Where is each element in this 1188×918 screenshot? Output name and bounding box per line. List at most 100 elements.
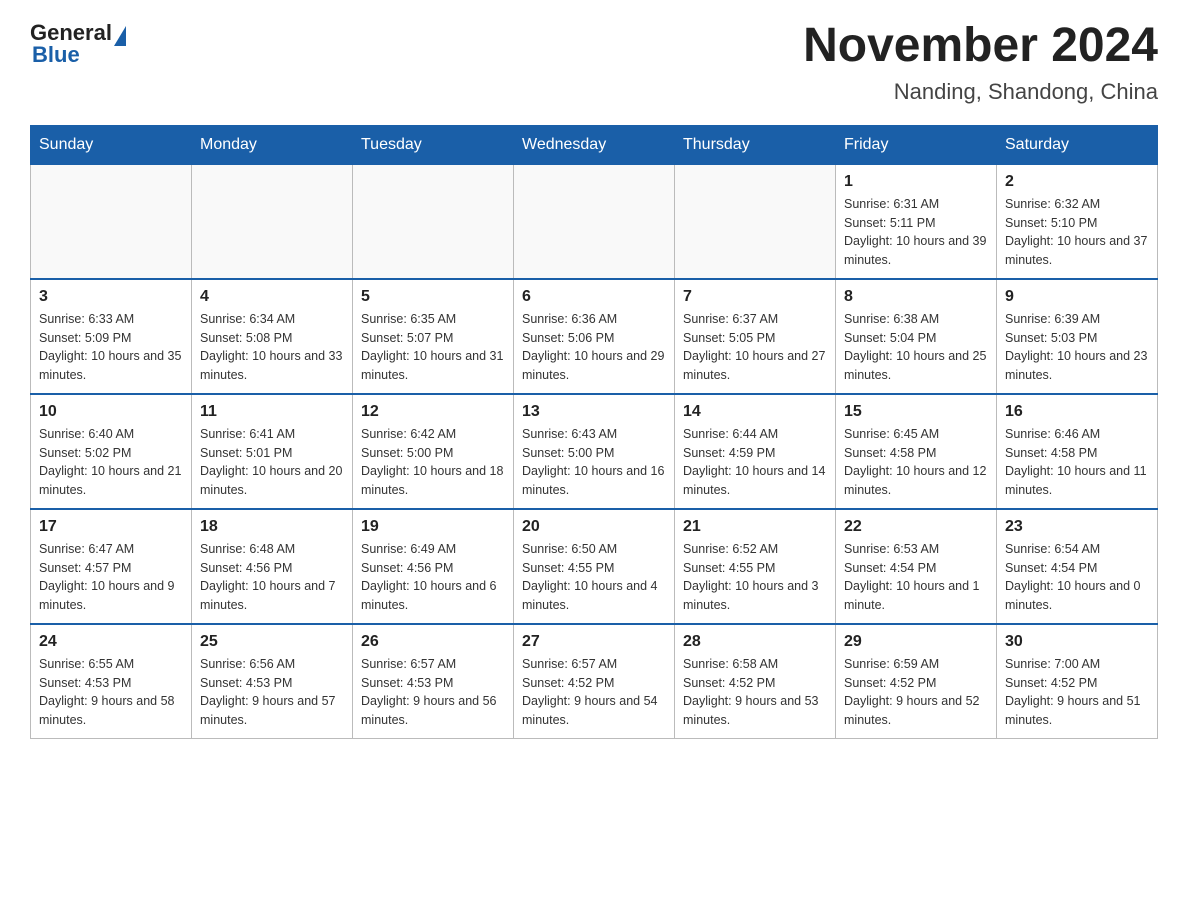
table-row: 30 Sunrise: 7:00 AMSunset: 4:52 PMDayligh… [997, 624, 1158, 739]
day-info: Sunrise: 6:59 AMSunset: 4:52 PMDaylight:… [844, 655, 988, 730]
table-row: 24 Sunrise: 6:55 AMSunset: 4:53 PMDayligh… [31, 624, 192, 739]
page-header: General Blue November 2024 Nanding, Shan… [30, 20, 1158, 105]
table-row: 26 Sunrise: 6:57 AMSunset: 4:53 PMDayligh… [353, 624, 514, 739]
day-info: Sunrise: 6:36 AMSunset: 5:06 PMDaylight:… [522, 310, 666, 385]
table-row [353, 164, 514, 279]
day-info: Sunrise: 6:42 AMSunset: 5:00 PMDaylight:… [361, 425, 505, 500]
table-row: 21 Sunrise: 6:52 AMSunset: 4:55 PMDayligh… [675, 509, 836, 624]
day-number: 4 [200, 288, 344, 306]
day-info: Sunrise: 6:58 AMSunset: 4:52 PMDaylight:… [683, 655, 827, 730]
day-info: Sunrise: 7:00 AMSunset: 4:52 PMDaylight:… [1005, 655, 1149, 730]
day-number: 25 [200, 633, 344, 651]
day-number: 15 [844, 403, 988, 421]
day-info: Sunrise: 6:48 AMSunset: 4:56 PMDaylight:… [200, 540, 344, 615]
day-number: 11 [200, 403, 344, 421]
day-info: Sunrise: 6:33 AMSunset: 5:09 PMDaylight:… [39, 310, 183, 385]
calendar-subtitle: Nanding, Shandong, China [803, 79, 1158, 105]
table-row [514, 164, 675, 279]
col-saturday: Saturday [997, 125, 1158, 164]
day-info: Sunrise: 6:38 AMSunset: 5:04 PMDaylight:… [844, 310, 988, 385]
day-number: 19 [361, 518, 505, 536]
day-info: Sunrise: 6:34 AMSunset: 5:08 PMDaylight:… [200, 310, 344, 385]
table-row: 9Sunrise: 6:39 AMSunset: 5:03 PMDaylight… [997, 279, 1158, 394]
table-row: 17 Sunrise: 6:47 AMSunset: 4:57 PMDayligh… [31, 509, 192, 624]
day-number: 24 [39, 633, 183, 651]
title-block: November 2024 Nanding, Shandong, China [803, 20, 1158, 105]
table-row: 2 Sunrise: 6:32 AMSunset: 5:10 PMDaylight… [997, 164, 1158, 279]
table-row: 13 Sunrise: 6:43 AMSunset: 5:00 PMDayligh… [514, 394, 675, 509]
logo: General Blue [30, 20, 126, 68]
col-wednesday: Wednesday [514, 125, 675, 164]
day-number: 9 [1005, 288, 1149, 306]
day-number: 17 [39, 518, 183, 536]
day-info: Sunrise: 6:47 AMSunset: 4:57 PMDaylight:… [39, 540, 183, 615]
day-number: 20 [522, 518, 666, 536]
table-row: 1Sunrise: 6:31 AMSunset: 5:11 PMDaylight… [836, 164, 997, 279]
day-number: 22 [844, 518, 988, 536]
day-number: 13 [522, 403, 666, 421]
day-number: 5 [361, 288, 505, 306]
day-info: Sunrise: 6:44 AMSunset: 4:59 PMDaylight:… [683, 425, 827, 500]
table-row: 3 Sunrise: 6:33 AMSunset: 5:09 PMDaylight… [31, 279, 192, 394]
calendar-header-row: Sunday Monday Tuesday Wednesday Thursday… [31, 125, 1158, 164]
col-tuesday: Tuesday [353, 125, 514, 164]
day-number: 23 [1005, 518, 1149, 536]
day-number: 18 [200, 518, 344, 536]
table-row: 20 Sunrise: 6:50 AMSunset: 4:55 PMDayligh… [514, 509, 675, 624]
table-row: 27 Sunrise: 6:57 AMSunset: 4:52 PMDayligh… [514, 624, 675, 739]
table-row: 5 Sunrise: 6:35 AMSunset: 5:07 PMDaylight… [353, 279, 514, 394]
day-info: Sunrise: 6:37 AMSunset: 5:05 PMDaylight:… [683, 310, 827, 385]
day-number: 14 [683, 403, 827, 421]
col-thursday: Thursday [675, 125, 836, 164]
col-sunday: Sunday [31, 125, 192, 164]
day-info: Sunrise: 6:41 AMSunset: 5:01 PMDaylight:… [200, 425, 344, 500]
day-number: 8 [844, 288, 988, 306]
calendar-table: Sunday Monday Tuesday Wednesday Thursday… [30, 125, 1158, 739]
logo-triangle-icon [114, 26, 126, 46]
table-row: 29 Sunrise: 6:59 AMSunset: 4:52 PMDayligh… [836, 624, 997, 739]
table-row: 22 Sunrise: 6:53 AMSunset: 4:54 PMDayligh… [836, 509, 997, 624]
calendar-title: November 2024 [803, 20, 1158, 73]
logo-text-blue: Blue [32, 42, 126, 68]
table-row: 4 Sunrise: 6:34 AMSunset: 5:08 PMDaylight… [192, 279, 353, 394]
table-row: 28Sunrise: 6:58 AMSunset: 4:52 PMDayligh… [675, 624, 836, 739]
day-number: 30 [1005, 633, 1149, 651]
day-info: Sunrise: 6:52 AMSunset: 4:55 PMDaylight:… [683, 540, 827, 615]
day-info: Sunrise: 6:56 AMSunset: 4:53 PMDaylight:… [200, 655, 344, 730]
day-number: 27 [522, 633, 666, 651]
table-row: 10 Sunrise: 6:40 AMSunset: 5:02 PMDayligh… [31, 394, 192, 509]
day-number: 29 [844, 633, 988, 651]
table-row: 7 Sunrise: 6:37 AMSunset: 5:05 PMDaylight… [675, 279, 836, 394]
day-info: Sunrise: 6:35 AMSunset: 5:07 PMDaylight:… [361, 310, 505, 385]
table-row: 11 Sunrise: 6:41 AMSunset: 5:01 PMDayligh… [192, 394, 353, 509]
col-monday: Monday [192, 125, 353, 164]
day-info: Sunrise: 6:46 AMSunset: 4:58 PMDaylight:… [1005, 425, 1149, 500]
day-number: 7 [683, 288, 827, 306]
day-info: Sunrise: 6:57 AMSunset: 4:53 PMDaylight:… [361, 655, 505, 730]
day-info: Sunrise: 6:40 AMSunset: 5:02 PMDaylight:… [39, 425, 183, 500]
table-row: 23Sunrise: 6:54 AMSunset: 4:54 PMDayligh… [997, 509, 1158, 624]
day-number: 12 [361, 403, 505, 421]
day-number: 2 [1005, 173, 1149, 191]
day-info: Sunrise: 6:53 AMSunset: 4:54 PMDaylight:… [844, 540, 988, 615]
table-row: 6Sunrise: 6:36 AMSunset: 5:06 PMDaylight… [514, 279, 675, 394]
table-row: 19Sunrise: 6:49 AMSunset: 4:56 PMDayligh… [353, 509, 514, 624]
day-info: Sunrise: 6:45 AMSunset: 4:58 PMDaylight:… [844, 425, 988, 500]
day-info: Sunrise: 6:43 AMSunset: 5:00 PMDaylight:… [522, 425, 666, 500]
day-info: Sunrise: 6:57 AMSunset: 4:52 PMDaylight:… [522, 655, 666, 730]
day-info: Sunrise: 6:32 AMSunset: 5:10 PMDaylight:… [1005, 195, 1149, 270]
table-row: 12 Sunrise: 6:42 AMSunset: 5:00 PMDayligh… [353, 394, 514, 509]
day-number: 10 [39, 403, 183, 421]
day-number: 16 [1005, 403, 1149, 421]
table-row: 18 Sunrise: 6:48 AMSunset: 4:56 PMDayligh… [192, 509, 353, 624]
table-row: 8 Sunrise: 6:38 AMSunset: 5:04 PMDaylight… [836, 279, 997, 394]
day-info: Sunrise: 6:55 AMSunset: 4:53 PMDaylight:… [39, 655, 183, 730]
col-friday: Friday [836, 125, 997, 164]
day-number: 26 [361, 633, 505, 651]
table-row [31, 164, 192, 279]
day-number: 3 [39, 288, 183, 306]
day-info: Sunrise: 6:31 AMSunset: 5:11 PMDaylight:… [844, 195, 988, 270]
day-info: Sunrise: 6:50 AMSunset: 4:55 PMDaylight:… [522, 540, 666, 615]
table-row: 25 Sunrise: 6:56 AMSunset: 4:53 PMDayligh… [192, 624, 353, 739]
day-number: 21 [683, 518, 827, 536]
